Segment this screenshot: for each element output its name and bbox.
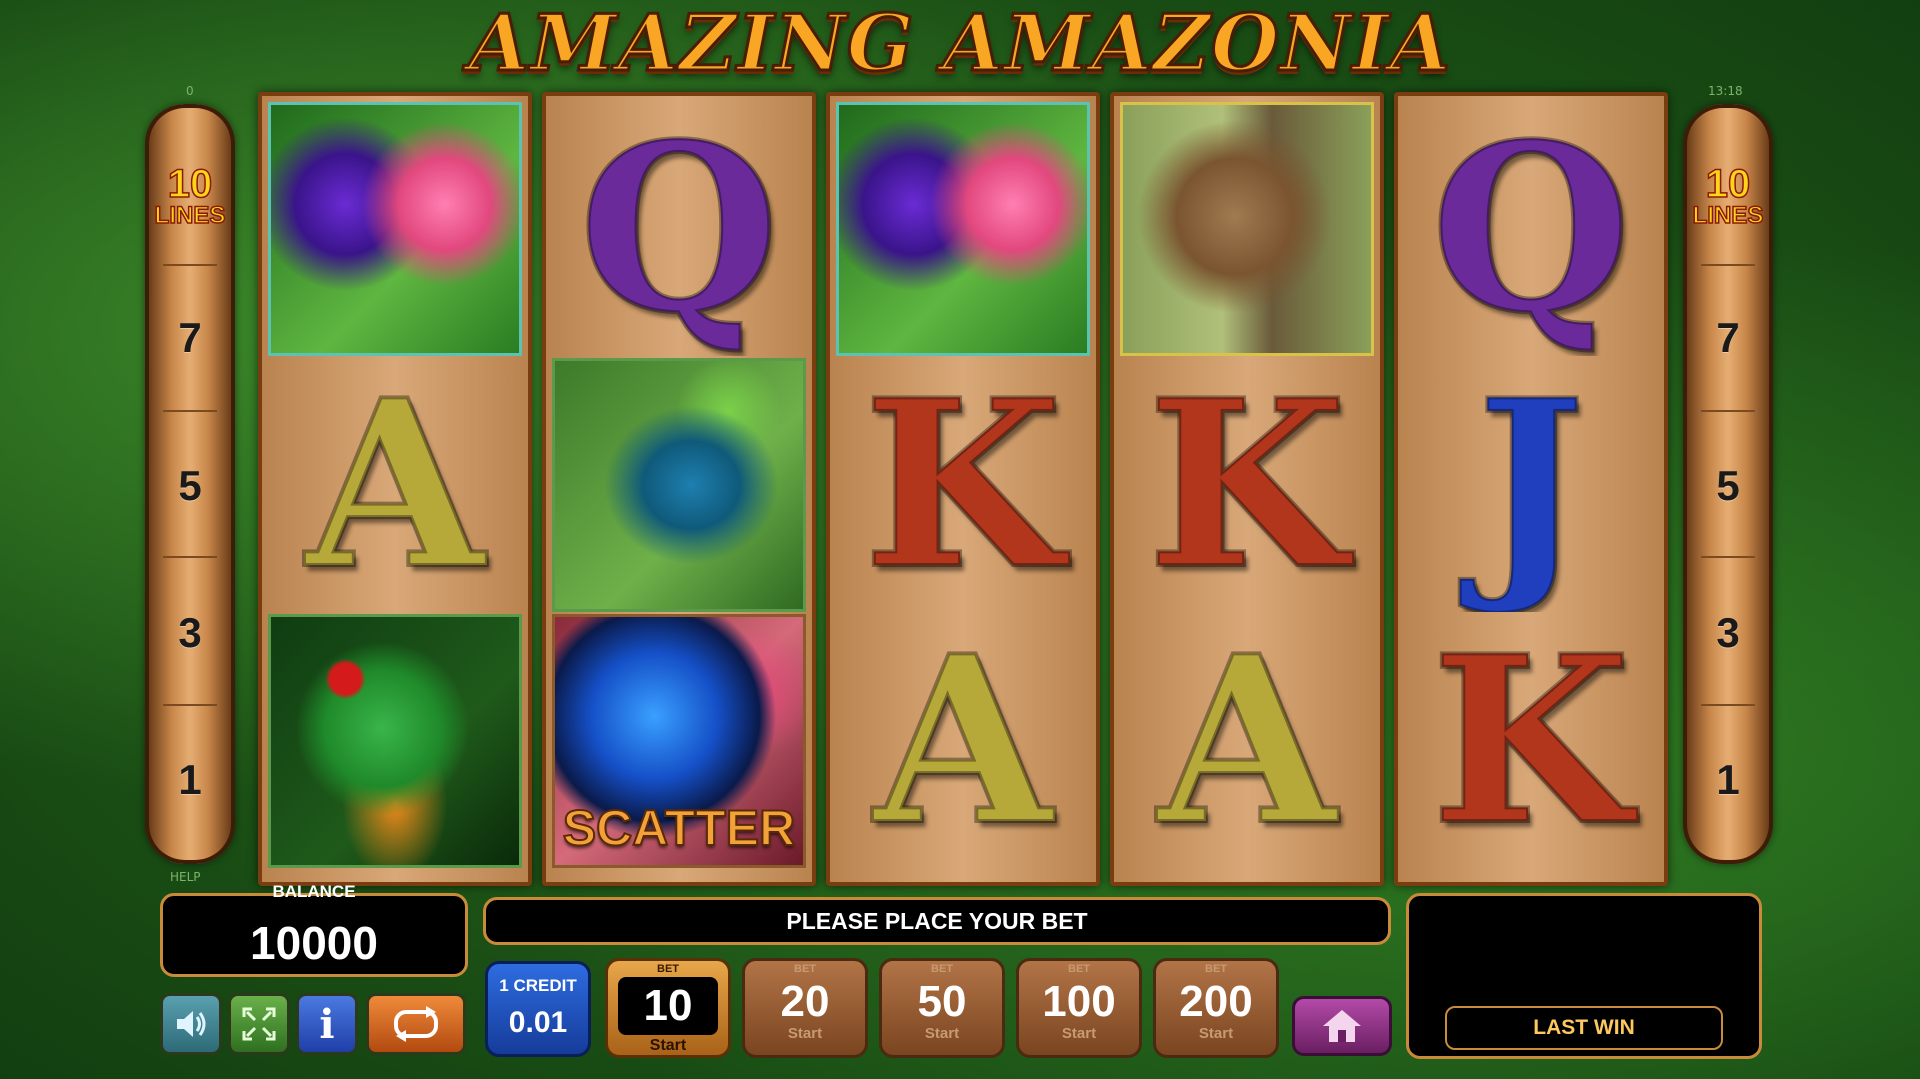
line-marker-3[interactable]: 3 bbox=[1683, 609, 1773, 657]
lizard-symbol bbox=[552, 358, 806, 612]
letter-k-symbol: K bbox=[1429, 614, 1633, 868]
line-marker-1[interactable]: 1 bbox=[1683, 756, 1773, 804]
bet-button-200[interactable]: BET 200 Start bbox=[1153, 958, 1279, 1058]
line-marker-5[interactable]: 5 bbox=[145, 462, 235, 510]
letter-a-symbol: A bbox=[1156, 614, 1338, 868]
bet-value: 200 bbox=[1179, 977, 1253, 1026]
reel-4: K A bbox=[1110, 92, 1384, 886]
hummingbird-symbol bbox=[836, 102, 1090, 356]
lines-badge-left: 10 LINES bbox=[154, 162, 226, 229]
credit-label: 1 CREDIT bbox=[499, 976, 577, 995]
line-marker-1[interactable]: 1 bbox=[145, 756, 235, 804]
hummingbird-symbol bbox=[268, 102, 522, 356]
sound-button[interactable] bbox=[160, 993, 222, 1055]
balance-value: 10000 bbox=[250, 917, 378, 969]
speaker-icon bbox=[177, 1011, 206, 1037]
letter-j-symbol: J bbox=[1475, 358, 1588, 612]
reel-1: A bbox=[258, 92, 532, 886]
last-win-box: LAST WIN bbox=[1406, 893, 1762, 1059]
line-marker-3[interactable]: 3 bbox=[145, 609, 235, 657]
credit-selector[interactable]: 1 CREDIT 0.01 bbox=[485, 961, 591, 1057]
bet-value: 50 bbox=[917, 977, 967, 1026]
line-marker-7[interactable]: 7 bbox=[1683, 314, 1773, 362]
line-marker-7[interactable]: 7 bbox=[145, 314, 235, 362]
message-bar: PLEASE PLACE YOUR BET bbox=[483, 897, 1391, 945]
bet-button-50[interactable]: BET 50 Start bbox=[879, 958, 1005, 1058]
last-win-label: LAST WIN bbox=[1445, 1006, 1723, 1050]
balance-box: BALANCE 10000 bbox=[160, 882, 468, 977]
fullscreen-icon bbox=[242, 1007, 276, 1041]
reel-3: K A bbox=[826, 92, 1100, 886]
game-title: AMAZING AMAZONIA bbox=[467, 0, 1452, 91]
bet-value: 20 bbox=[780, 977, 830, 1026]
message-text: PLEASE PLACE YOUR BET bbox=[786, 907, 1088, 934]
clock: 13:18 bbox=[1708, 84, 1743, 98]
bet-button-100[interactable]: BET 100 Start bbox=[1016, 958, 1142, 1058]
autoplay-icon bbox=[394, 1006, 438, 1042]
lines-badge-right: 10 LINES bbox=[1692, 162, 1764, 229]
home-icon bbox=[1323, 1010, 1361, 1042]
letter-q-symbol: Q bbox=[577, 102, 781, 356]
bet-button-20[interactable]: BET 20 Start bbox=[742, 958, 868, 1058]
info-icon: i bbox=[319, 1000, 335, 1048]
credit-value: 0.01 bbox=[508, 1006, 568, 1039]
lines-panel-left: 10 LINES 7 5 3 1 bbox=[145, 104, 235, 864]
info-button[interactable]: i bbox=[296, 993, 358, 1055]
bet-value: 100 bbox=[1042, 977, 1116, 1026]
balance-label: BALANCE bbox=[272, 882, 356, 901]
reel-2: Q SCATTER bbox=[542, 92, 816, 886]
letter-a-symbol: A bbox=[304, 358, 486, 612]
corner-left-value: 0 bbox=[186, 84, 194, 98]
letter-a-symbol: A bbox=[872, 614, 1054, 868]
bet-button-10[interactable]: BET 10 Start bbox=[605, 958, 731, 1058]
letter-k-symbol: K bbox=[1145, 358, 1349, 612]
line-marker-5[interactable]: 5 bbox=[1683, 462, 1773, 510]
home-button[interactable] bbox=[1292, 996, 1392, 1056]
sloth-symbol bbox=[1120, 102, 1374, 356]
bet-value: 10 bbox=[618, 977, 718, 1035]
reel-5: Q J K bbox=[1394, 92, 1668, 886]
scatter-symbol: SCATTER bbox=[552, 614, 806, 868]
letter-q-symbol: Q bbox=[1429, 102, 1633, 356]
lines-panel-right: 10 LINES 7 5 3 1 bbox=[1683, 104, 1773, 864]
frog-symbol bbox=[268, 614, 522, 868]
autoplay-button[interactable] bbox=[366, 993, 466, 1055]
letter-k-symbol: K bbox=[861, 358, 1065, 612]
fullscreen-button[interactable] bbox=[228, 993, 290, 1055]
scatter-label: SCATTER bbox=[562, 799, 796, 857]
